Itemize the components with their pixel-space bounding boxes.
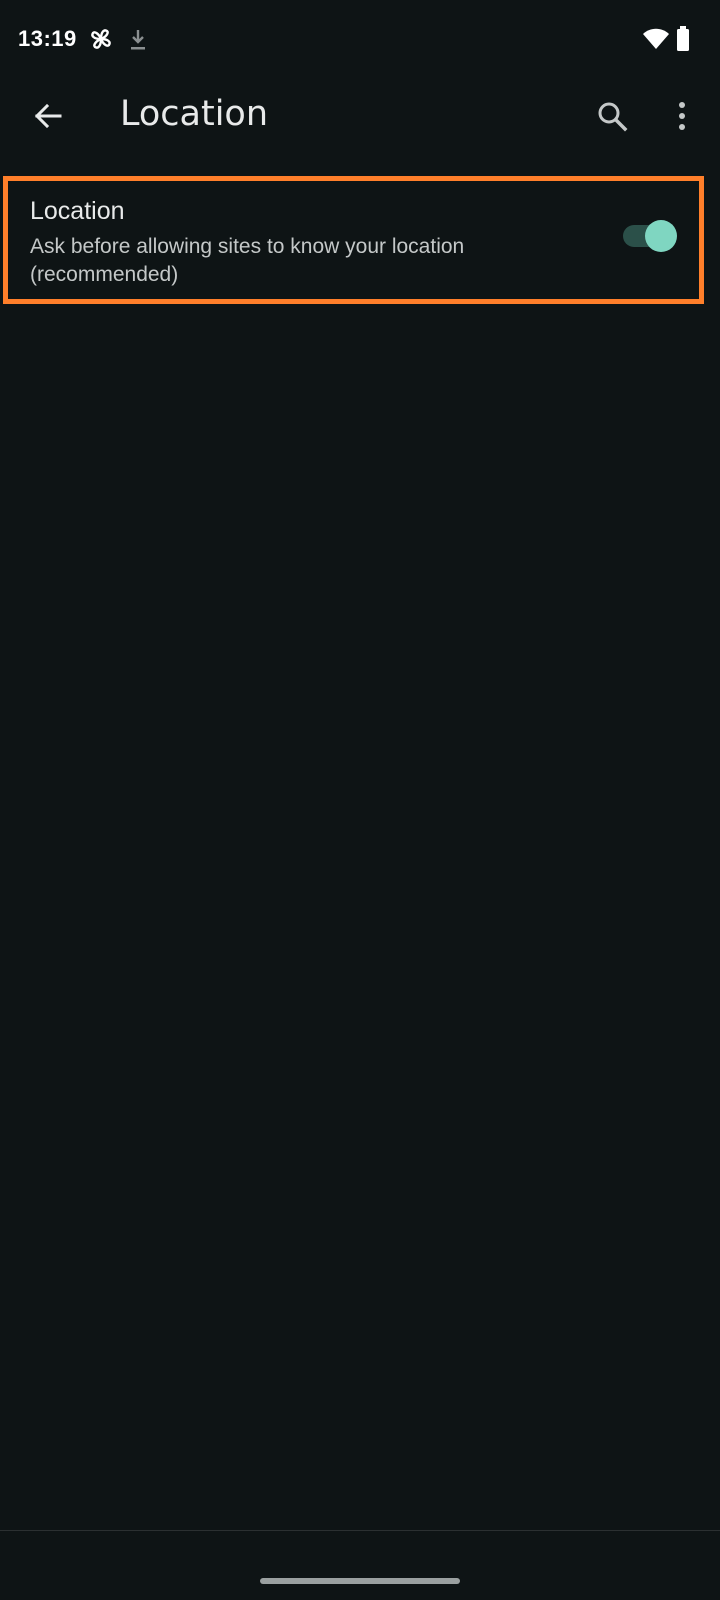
location-toggle[interactable] — [621, 215, 681, 255]
status-time: 13:19 — [18, 26, 77, 51]
download-icon — [131, 30, 145, 50]
back-arrow-icon — [34, 103, 62, 129]
gesture-navigation-handle[interactable] — [260, 1578, 460, 1584]
more-options-button[interactable] — [654, 88, 710, 144]
search-icon — [598, 102, 628, 132]
app-bar: Location — [0, 76, 720, 156]
page-title: Location — [120, 94, 269, 134]
fan-icon — [91, 29, 111, 49]
wifi-icon — [643, 28, 669, 49]
search-button[interactable] — [584, 88, 640, 144]
more-vert-icon — [679, 102, 685, 130]
back-button[interactable] — [20, 88, 76, 144]
setting-title: Location — [30, 197, 125, 225]
battery-icon — [677, 26, 689, 51]
toggle-thumb — [645, 220, 677, 252]
nav-divider — [0, 1530, 720, 1531]
setting-summary: Ask before allowing sites to know your l… — [30, 235, 465, 286]
location-setting-row[interactable]: Location Ask before allowing sites to kn… — [3, 176, 704, 304]
status-bar: 13:19 — [0, 0, 720, 80]
